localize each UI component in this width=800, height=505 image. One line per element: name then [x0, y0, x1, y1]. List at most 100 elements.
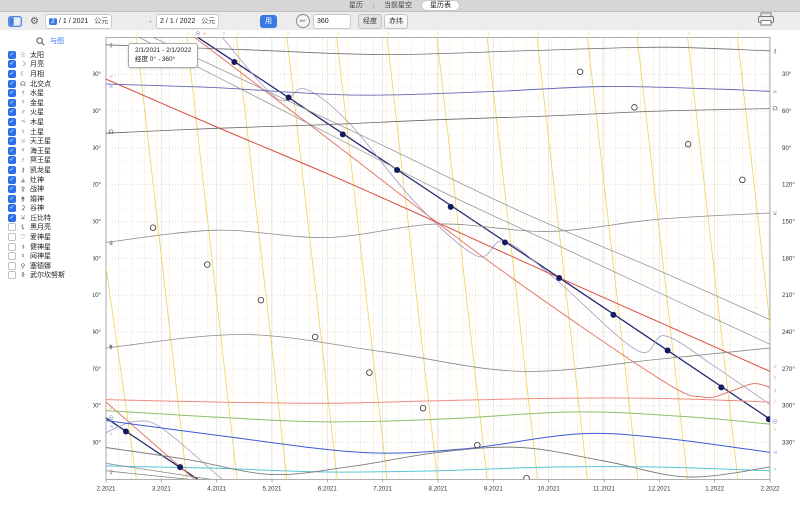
planet-checkbox-天王星[interactable]: ✓ — [8, 137, 16, 145]
planet-row-健神星[interactable]: ⚕健神星 — [8, 242, 91, 252]
planet-row-海王星[interactable]: ✓♆海王星 — [8, 146, 91, 156]
planet-checkbox-冥王星[interactable]: ✓ — [8, 156, 16, 164]
search-icon[interactable] — [36, 37, 45, 46]
ephemeris-chart[interactable]: 2/1/2021 - 2/1/2022 经度 0° - 360° 2.20213… — [93, 30, 800, 500]
date-to-year[interactable]: 2022 — [180, 18, 196, 25]
planet-checkbox-金星[interactable]: ✓ — [8, 99, 16, 107]
planet-row-土星[interactable]: ✓♄土星 — [8, 127, 91, 137]
planet-label: 水星 — [30, 88, 44, 98]
right-glyph-⚷: ⚷ — [773, 48, 777, 55]
planet-checkbox-月相[interactable]: ✓ — [8, 70, 16, 78]
planet-row-火星[interactable]: ✓♂火星 — [8, 108, 91, 118]
date-from-era[interactable]: 公元 — [94, 16, 108, 26]
planet-checkbox-木星[interactable]: ✓ — [8, 118, 16, 126]
planet-symbol-icon: ♆ — [19, 147, 27, 154]
planet-checkbox-战神[interactable]: ✓ — [8, 185, 16, 193]
top-glyph-♀: ♀ — [202, 31, 206, 37]
planet-list: ✓☉太阳✓☽月亮✓☾月相✓☊北交点✓☿水星✓♀金星✓♂火星✓♃木星✓♄土星✓♅天… — [8, 50, 91, 280]
planet-checkbox-健神星[interactable] — [8, 243, 16, 251]
y-axis-label-right: 330° — [782, 440, 795, 447]
planet-label: 凯龙星 — [30, 165, 51, 175]
right-glyph-☉: ☉ — [772, 419, 777, 426]
sidebar-toggle-button[interactable] — [8, 12, 22, 30]
planet-row-北交点[interactable]: ✓☊北交点 — [8, 79, 91, 89]
y-axis-label-left: 90° — [93, 145, 102, 152]
planet-checkbox-土星[interactable]: ✓ — [8, 128, 16, 136]
planet-row-阋神星[interactable]: ☓阋神星 — [8, 251, 91, 261]
planet-checkbox-爱神星[interactable] — [8, 233, 16, 241]
y-axis-label-right: 60° — [782, 108, 792, 115]
planet-row-谷神[interactable]: ✓⚳谷神 — [8, 204, 91, 214]
planet-checkbox-谷神[interactable]: ✓ — [8, 204, 16, 212]
graphic-ephemeris-plot[interactable]: 2.20213.20214.20215.20216.20217.20218.20… — [93, 30, 800, 500]
planet-row-太阳[interactable]: ✓☉太阳 — [8, 50, 91, 60]
y-axis-label-left: 330° — [93, 440, 102, 447]
filter-link[interactable]: 与图 — [50, 36, 64, 46]
planet-label: 谷神 — [30, 203, 44, 213]
planet-row-月亮[interactable]: ✓☽月亮 — [8, 60, 91, 70]
planet-row-灶神[interactable]: ✓⚶灶神 — [8, 175, 91, 185]
right-glyph-♇: ♇ — [773, 399, 778, 405]
print-button[interactable] — [757, 12, 775, 26]
date-to-day[interactable]: 2 — [160, 18, 164, 25]
date-from-field[interactable]: 2 / 1 / 2021 公元 — [45, 14, 112, 29]
top-glyph-moon: ☽ — [184, 31, 189, 37]
planet-row-战神[interactable]: ✓⚴战神 — [8, 184, 91, 194]
x-axis-label: 1.2022 — [705, 485, 724, 492]
planet-checkbox-武尔坎努斯[interactable] — [8, 271, 16, 279]
date-from-year[interactable]: 2021 — [73, 18, 89, 25]
planet-row-塞德娜[interactable]: ⚲塞德娜 — [8, 261, 91, 271]
planet-row-金星[interactable]: ✓♀金星 — [8, 98, 91, 108]
planet-checkbox-灶神[interactable]: ✓ — [8, 176, 16, 184]
planet-row-爱神星[interactable]: ♡爱神星 — [8, 232, 91, 242]
y-axis-label-left: 30° — [93, 71, 102, 78]
settings-button[interactable]: ⚙ — [30, 12, 39, 30]
planet-row-木星[interactable]: ✓♃木星 — [8, 117, 91, 127]
date-sep: / — [69, 18, 71, 25]
planet-checkbox-丘比特[interactable]: ✓ — [8, 214, 16, 222]
planet-checkbox-凯龙星[interactable]: ✓ — [8, 166, 16, 174]
mode-declination-button[interactable]: 赤纬 — [384, 14, 408, 29]
planet-label: 武尔坎努斯 — [30, 270, 65, 280]
new-moon-marker — [394, 167, 400, 173]
left-glyph-♂: ♂ — [109, 75, 114, 81]
planet-checkbox-婚神[interactable]: ✓ — [8, 195, 16, 203]
planet-checkbox-黑月亮[interactable] — [8, 223, 16, 231]
full-moon-marker — [524, 475, 530, 481]
date-to-era[interactable]: 公元 — [201, 16, 215, 26]
planet-row-冥王星[interactable]: ✓♇冥王星 — [8, 156, 91, 166]
date-to-month[interactable]: 1 — [170, 18, 174, 25]
planet-checkbox-水星[interactable]: ✓ — [8, 89, 16, 97]
planet-checkbox-阋神星[interactable] — [8, 252, 16, 260]
planet-checkbox-火星[interactable]: ✓ — [8, 108, 16, 116]
planet-checkbox-月亮[interactable]: ✓ — [8, 60, 16, 68]
planet-row-月相[interactable]: ✓☾月相 — [8, 69, 91, 79]
degrees-input[interactable]: 360 — [313, 14, 351, 29]
planet-row-黑月亮[interactable]: ⚸黑月亮 — [8, 223, 91, 233]
full-moon-marker — [204, 262, 210, 268]
planet-row-水星[interactable]: ✓☿水星 — [8, 88, 91, 98]
left-glyph-☉: ☉ — [108, 415, 113, 422]
series-moon — [437, 37, 487, 479]
planet-row-武尔坎努斯[interactable]: ⚱武尔坎努斯 — [8, 271, 91, 281]
planet-row-天王星[interactable]: ✓♅天王星 — [8, 136, 91, 146]
planet-checkbox-海王星[interactable]: ✓ — [8, 147, 16, 155]
apply-button[interactable]: 用 — [260, 15, 277, 28]
mode-longitude-button[interactable]: 经度 — [358, 14, 382, 29]
top-glyph-moon: ☽ — [735, 31, 740, 37]
planet-row-婚神[interactable]: ✓⚵婚神 — [8, 194, 91, 204]
date-to-field[interactable]: 2 / 1 / 2022 公元 — [156, 14, 219, 29]
series-sun — [198, 37, 770, 419]
planet-row-丘比特[interactable]: ✓⚺丘比特 — [8, 213, 91, 223]
planet-row-凯龙星[interactable]: ✓⚷凯龙星 — [8, 165, 91, 175]
planet-checkbox-北交点[interactable]: ✓ — [8, 80, 16, 88]
tab-星历表[interactable]: 星历表 — [422, 1, 459, 10]
tab-当前星空[interactable]: 当前星空 — [376, 1, 420, 10]
top-glyph-moon: ☽ — [385, 31, 390, 37]
planet-checkbox-塞德娜[interactable] — [8, 262, 16, 270]
tab-星历[interactable]: 星历 — [341, 1, 371, 10]
date-from-day[interactable]: 2 — [49, 18, 57, 25]
date-from-month[interactable]: 1 — [63, 18, 67, 25]
planet-checkbox-太阳[interactable]: ✓ — [8, 51, 16, 59]
top-glyph-moon: ☽ — [234, 31, 239, 37]
